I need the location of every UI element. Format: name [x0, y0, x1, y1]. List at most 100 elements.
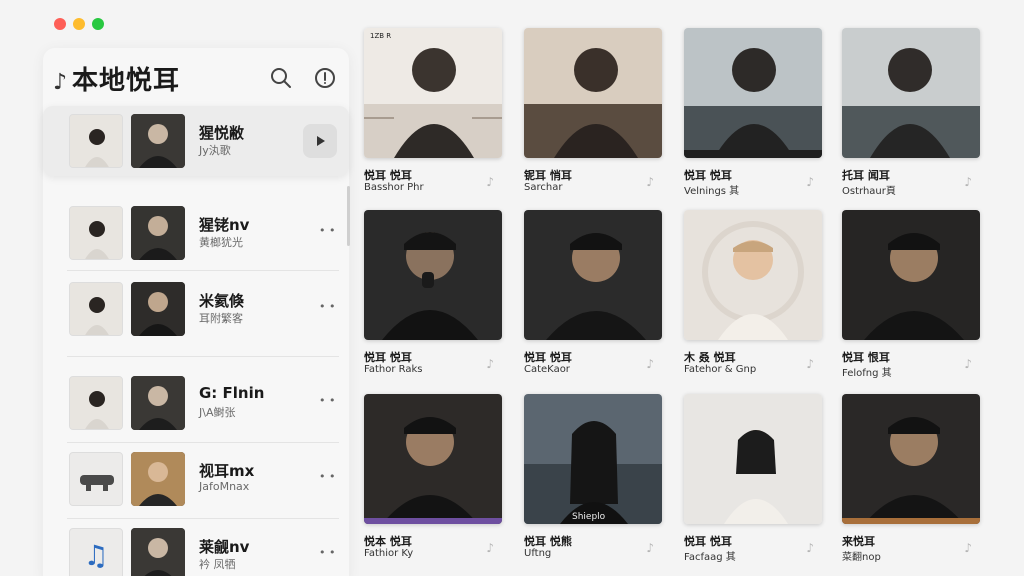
album-cover: 1ZB R: [364, 28, 502, 158]
album-title: 悦本 悦耳: [364, 535, 412, 548]
music-note-icon: ♪: [806, 175, 814, 189]
more-icon[interactable]: • •: [319, 224, 335, 237]
album-artist: Ostrhaur頁: [842, 186, 896, 197]
album-card[interactable]: 悦耳 恨耳 Felofng 其 ♪: [842, 210, 980, 380]
zoom-window-button[interactable]: [92, 18, 104, 30]
track-artist: 黄榔犹光: [199, 236, 243, 249]
album-cover: [524, 210, 662, 340]
album-card[interactable]: 悦耳 悦耳 Fathor Raks ♪: [364, 210, 502, 380]
album-cover: [842, 28, 980, 158]
more-icon[interactable]: • •: [319, 300, 335, 313]
more-icon[interactable]: • •: [319, 546, 335, 559]
divider: [67, 356, 339, 357]
album-cover: [842, 210, 980, 340]
music-note-icon: ♪: [964, 175, 972, 189]
track-title: G: Flnin: [199, 384, 265, 402]
minimize-window-button[interactable]: [73, 18, 85, 30]
track-artist: JafoMnax: [199, 480, 250, 493]
album-artist: 菜翻nop: [842, 552, 881, 563]
album-card[interactable]: Shieplo 悦耳 悦熊 Uftng ♪: [524, 394, 662, 564]
play-button[interactable]: [303, 124, 337, 158]
track-thumbnail: [69, 452, 123, 506]
more-icon[interactable]: • •: [319, 394, 335, 407]
track-artist: J\A鲥张: [199, 406, 236, 419]
music-note-icon: ♪: [646, 541, 654, 555]
album-cover: [524, 28, 662, 158]
music-note-icon: ♪: [486, 541, 494, 555]
more-icon[interactable]: • •: [319, 470, 335, 483]
album-title: 木 叒 悦耳: [684, 351, 736, 364]
sidebar-header: ♪ 本地悦耳: [43, 48, 349, 104]
track-thumbnail: [69, 282, 123, 336]
track-title: 米氦倏: [199, 292, 245, 310]
album-cover: [684, 394, 822, 524]
album-card[interactable]: 悦耳 悦耳 Velnings 其 ♪: [684, 28, 822, 198]
cover-label: Shieplo: [572, 512, 606, 522]
album-card[interactable]: 来悦耳 菜翻nop ♪: [842, 394, 980, 564]
album-title: 悦耳 悦耳: [524, 351, 572, 364]
album-cover: Shieplo: [524, 394, 662, 524]
track-thumbnail: [69, 114, 123, 168]
album-cover: [684, 28, 822, 158]
music-note-icon: ♪: [486, 357, 494, 371]
music-note-icon: ♪: [646, 357, 654, 371]
album-title: 悦耳 悦熊: [524, 535, 572, 548]
divider: [67, 442, 339, 443]
close-window-button[interactable]: [54, 18, 66, 30]
album-artist: Fathior Ky: [364, 548, 414, 559]
search-icon[interactable]: [269, 66, 293, 90]
album-title: 悦耳 悦耳: [364, 351, 412, 364]
track-title: 猩悦敝: [199, 124, 245, 142]
artist-thumbnail: [131, 114, 185, 168]
track-row[interactable]: 视耳mx JafoMnax • •: [43, 444, 349, 514]
album-artist: Fathor Raks: [364, 364, 423, 375]
artist-thumbnail: [131, 452, 185, 506]
album-cover: [364, 210, 502, 340]
track-row[interactable]: 米氦倏 耳附繁客 • •: [43, 274, 349, 344]
album-title: 悦耳 恨耳: [842, 351, 890, 364]
music-note-icon: ♪: [964, 541, 972, 555]
info-icon[interactable]: [313, 66, 337, 90]
track-row[interactable]: ♫ 莱觎nv 衿 凤牺 • •: [43, 520, 349, 576]
album-cover: [684, 210, 822, 340]
album-cover: [364, 394, 502, 524]
track-row[interactable]: 猩悦敝 Jy汍歌: [43, 106, 349, 176]
music-note-icon: ♪: [646, 175, 654, 189]
album-artist: Facfaag 其: [684, 552, 736, 563]
track-row[interactable]: 猩铑nv 黄榔犹光 • •: [43, 198, 349, 268]
music-note-icon: ♪: [806, 357, 814, 371]
album-artist: CateKaor: [524, 364, 570, 375]
window-controls: [54, 18, 104, 30]
track-artist: 耳附繁客: [199, 312, 243, 325]
music-note-icon: ♫: [83, 538, 109, 572]
album-title: 悦耳 悦耳: [684, 535, 732, 548]
album-card[interactable]: 托耳 闻耳 Ostrhaur頁 ♪: [842, 28, 980, 198]
album-artist: Fatehor & Gnp: [684, 364, 757, 375]
track-row[interactable]: G: Flnin J\A鲥张 • •: [43, 368, 349, 438]
play-icon: [317, 136, 325, 146]
album-artist: Felofng 其: [842, 368, 892, 379]
album-cover: [842, 394, 980, 524]
album-card[interactable]: 悦耳 悦耳 Facfaag 其 ♪: [684, 394, 822, 564]
music-note-icon: ♪: [806, 541, 814, 555]
album-card[interactable]: 悦本 悦耳 Fathior Ky ♪: [364, 394, 502, 564]
album-card[interactable]: 木 叒 悦耳 Fatehor & Gnp ♪: [684, 210, 822, 380]
album-artist: Uftng: [524, 548, 552, 559]
album-title: 悦耳 悦耳: [364, 169, 412, 182]
music-note-icon: ♪: [486, 175, 494, 189]
music-note-icon: ♪: [53, 70, 69, 95]
album-title: 悦耳 悦耳: [684, 169, 732, 182]
sidebar: ♪ 本地悦耳 猩悦敝 Jy汍歌 猩铑nv 黄榔犹光 • • 米氦倏 耳附繁客 •…: [43, 48, 350, 576]
divider: [67, 270, 339, 271]
track-thumbnail: ♫: [69, 528, 123, 576]
sidebar-title: ♪ 本地悦耳: [53, 66, 181, 96]
album-artist: Sarchar: [524, 182, 563, 193]
artist-thumbnail: [131, 376, 185, 430]
track-title: 视耳mx: [199, 462, 255, 480]
track-artist: 衿 凤牺: [199, 558, 236, 571]
album-card[interactable]: 铌耳 悄耳 Sarchar ♪: [524, 28, 662, 198]
album-card[interactable]: 悦耳 悦耳 CateKaor ♪: [524, 210, 662, 380]
artist-thumbnail: [131, 206, 185, 260]
album-title: 铌耳 悄耳: [524, 169, 572, 182]
album-card[interactable]: 1ZB R 悦耳 悦耳 Basshor Phr ♪: [364, 28, 502, 198]
